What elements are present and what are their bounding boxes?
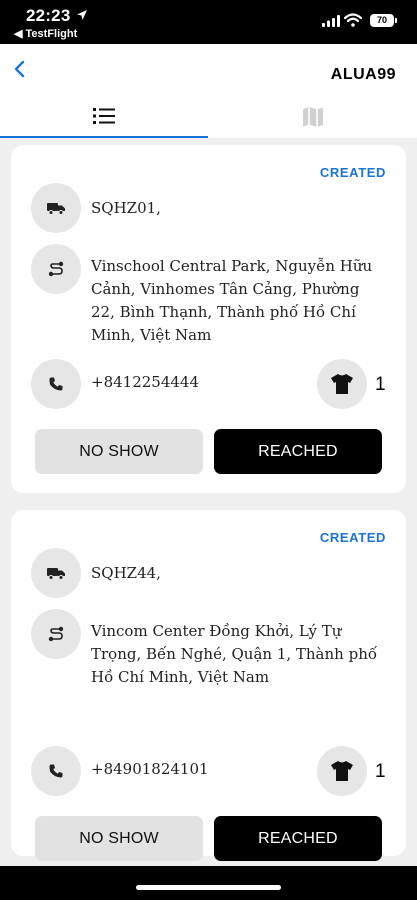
route-icon bbox=[48, 626, 64, 642]
route-icon bbox=[48, 261, 64, 277]
address-text: Vincom Center Đồng Khởi, Lý Tự Trọng, Bế… bbox=[91, 622, 378, 686]
no-show-button[interactable]: NO SHOW bbox=[35, 429, 203, 474]
home-indicator[interactable] bbox=[136, 885, 281, 890]
phone-icon bbox=[49, 764, 63, 778]
map-icon bbox=[303, 107, 323, 127]
back-to-testflight-link[interactable]: ◀ TestFlight bbox=[14, 27, 77, 40]
phone-icon-circle bbox=[31, 746, 81, 796]
truck-icon-circle bbox=[31, 183, 81, 233]
tab-map[interactable] bbox=[209, 96, 417, 138]
back-button[interactable] bbox=[8, 54, 34, 84]
route-icon-circle bbox=[31, 244, 81, 294]
tshirt-icon bbox=[331, 761, 353, 781]
cellular-signal-icon bbox=[322, 15, 340, 27]
truck-icon bbox=[47, 203, 65, 215]
status-time: 22:23 bbox=[26, 6, 71, 25]
order-code: SQHZ44, bbox=[91, 564, 161, 582]
item-quantity: 1 bbox=[375, 374, 386, 395]
order-card: CREATED SQHZ01, Vinschool Central Park, … bbox=[11, 145, 406, 493]
view-tabs bbox=[0, 96, 417, 138]
battery-indicator: 70 bbox=[370, 14, 394, 27]
battery-nub bbox=[395, 18, 397, 23]
phone-icon bbox=[49, 377, 63, 391]
reached-button[interactable]: REACHED bbox=[214, 429, 382, 474]
page-title: ALUA99 bbox=[330, 66, 396, 83]
route-icon-circle bbox=[31, 609, 81, 659]
list-icon bbox=[93, 108, 115, 124]
truck-icon bbox=[47, 568, 65, 580]
active-tab-indicator bbox=[0, 136, 208, 138]
tab-list[interactable] bbox=[0, 96, 208, 138]
status-badge: CREATED bbox=[319, 165, 386, 180]
wifi-icon bbox=[344, 13, 362, 27]
status-badge: CREATED bbox=[319, 530, 386, 545]
location-arrow-icon bbox=[77, 10, 87, 20]
status-bar: 22:23 ◀ TestFlight 70 bbox=[0, 0, 417, 44]
shirt-icon-circle bbox=[317, 359, 367, 409]
order-card: CREATED SQHZ44, Vincom Center Đồng Khởi,… bbox=[11, 510, 406, 861]
order-code: SQHZ01, bbox=[91, 199, 161, 217]
battery-level: 70 bbox=[376, 15, 387, 25]
phone-number[interactable]: +84901824101 bbox=[91, 758, 209, 781]
item-quantity: 1 bbox=[375, 761, 386, 782]
app-header: ALUA99 bbox=[0, 44, 417, 96]
truck-icon-circle bbox=[31, 548, 81, 598]
chevron-left-icon bbox=[14, 60, 25, 78]
reached-button[interactable]: REACHED bbox=[214, 816, 382, 861]
phone-number[interactable]: +8412254444 bbox=[91, 371, 199, 394]
bottom-safe-area bbox=[0, 866, 417, 900]
address-text: Vinschool Central Park, Nguyễn Hữu Cảnh,… bbox=[91, 257, 373, 344]
tshirt-icon bbox=[331, 374, 353, 394]
no-show-button[interactable]: NO SHOW bbox=[35, 816, 203, 861]
shirt-icon-circle bbox=[317, 746, 367, 796]
app-screen: ALUA99 CREATED SQHZ01, Vinschool Central… bbox=[0, 44, 417, 900]
phone-icon-circle bbox=[31, 359, 81, 409]
